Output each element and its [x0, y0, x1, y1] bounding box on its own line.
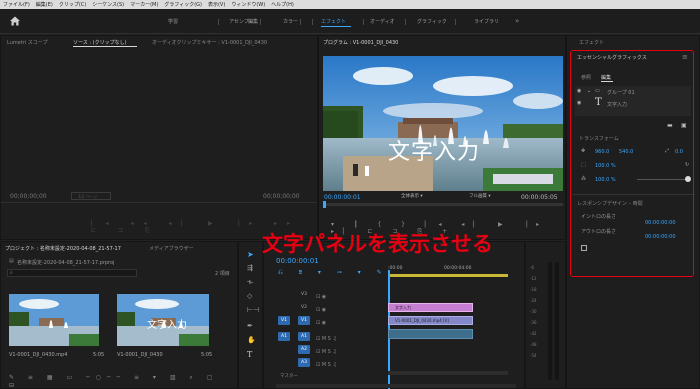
project-bottom-toolbar[interactable]: ✎ ≡ ▦ ▭ ─○── ≡ ▾ ▥ ⌕ ▢ ⊟	[9, 374, 237, 389]
program-panel: プログラム : V1-0001_DJI_0430 文字入力 00:00:00:0…	[318, 35, 566, 240]
track-a1-source[interactable]: A1	[278, 332, 290, 341]
project-item-2-name: V1-0001_DJI_0430	[117, 352, 163, 358]
program-video-frame	[323, 56, 563, 191]
razor-tool-icon[interactable]: ◇	[247, 292, 252, 300]
type-tool-icon[interactable]: T	[247, 350, 252, 359]
program-timecode[interactable]: 00:00:00:01	[324, 194, 361, 201]
program-playhead[interactable]	[323, 201, 326, 208]
slip-tool-icon[interactable]: ⊢⊣	[247, 306, 259, 314]
menu-view[interactable]: 表示(V)	[208, 1, 225, 8]
menu-graphics[interactable]: グラフィック(G)	[164, 1, 202, 8]
menu-window[interactable]: ウィンドウ(W)	[231, 1, 265, 8]
graphic-clip[interactable]: 文字入力	[388, 303, 473, 312]
project-thumb-2[interactable]: 文字入力	[117, 294, 209, 346]
ruler-mid-label: 00:00:04:00	[444, 266, 472, 271]
program-fit-select[interactable]: 全体表示 ▾	[401, 193, 439, 200]
source-page-select[interactable]: 1/2 ページ	[71, 192, 111, 200]
audio-meter-panel: -6 -12 -18 -24 -30 -36 -42 -48 -54	[525, 241, 566, 389]
selection-tool-icon[interactable]: ➤	[247, 250, 254, 259]
project-file-name: 名称未設定-2020-04-08_21-57-17.prproj	[17, 260, 115, 266]
workspace-tab-effects[interactable]: エフェクト	[321, 18, 346, 25]
track-select-tool-icon[interactable]: ⇶	[247, 264, 253, 272]
audio-meter-right	[555, 262, 559, 380]
track-v3-target[interactable]: V3	[298, 290, 310, 299]
annotation-caption: 文字パネルを表示させる	[262, 232, 493, 256]
tab-lumetri-scopes[interactable]: Lumetri スコープ	[7, 39, 48, 46]
menu-edit[interactable]: 編集(E)	[36, 1, 53, 8]
menu-help[interactable]: ヘルプ(H)	[271, 1, 294, 8]
program-panel-title[interactable]: プログラム : V1-0001_DJI_0430	[323, 39, 398, 46]
timeline-scrollbar[interactable]	[276, 384, 516, 388]
pen-tool-icon[interactable]: ✒	[247, 322, 253, 330]
menu-clip[interactable]: クリップ(C)	[59, 1, 86, 8]
menu-marker[interactable]: マーカー(M)	[130, 1, 158, 8]
track-a1-target[interactable]: A1	[298, 332, 310, 341]
program-duration: 00:00:05:05	[521, 194, 558, 201]
effects-panel-title[interactable]: エフェクト	[579, 39, 604, 46]
project-search-input[interactable]: ⌕	[7, 269, 137, 277]
track-v1-source[interactable]: V1	[278, 316, 290, 325]
workspace-tab-audio[interactable]: オーディオ	[370, 18, 395, 25]
project-item-2-duration: 5:05	[201, 352, 213, 358]
project-item-1-duration: 5:05	[93, 352, 105, 358]
menu-file[interactable]: ファイル(F)	[3, 1, 30, 8]
program-fit-label: 全体表示	[401, 194, 419, 199]
project-panel-title[interactable]: プロジェクト : 名称未設定-2020-04-08_21-57-17	[5, 245, 121, 252]
audio-track-icons[interactable]: ⊡ M S ♫ ⊡ M S ♫ ⊡ M S ♫	[316, 333, 337, 372]
annotation-highlight-box	[570, 50, 694, 277]
ripple-edit-tool-icon[interactable]: ⟛	[247, 278, 253, 287]
svg-text:文字入力: 文字入力	[147, 318, 187, 331]
source-panel: Lumetri スコープ ソース : (クリップなし) オーディオクリップミキサ…	[0, 35, 318, 240]
timeline-timecode[interactable]: 00:00:00:01	[276, 257, 319, 265]
timeline-toolbar[interactable]: ⎌ ⩩ ▾ ⊸ ▾ ✎	[278, 269, 389, 277]
work-area-bar[interactable]	[388, 274, 508, 277]
track-v2-target[interactable]: V2	[298, 303, 310, 312]
tab-media-browser[interactable]: メディアブラウザー	[149, 245, 194, 252]
project-file-icon: ▤	[9, 258, 14, 264]
hand-tool-icon[interactable]: ✋	[247, 336, 256, 344]
workspace-tab-graphics[interactable]: グラフィック	[417, 18, 447, 25]
menu-sequence[interactable]: シーケンス(S)	[92, 1, 124, 8]
timeline-panel: 00:00:00:01 ⎌ ⩩ ▾ ⊸ ▾ ✎ :00:00 00:00:04:…	[263, 241, 525, 389]
master-track-label: マスター	[280, 374, 298, 379]
workspace-bar: 学習 アセンブリ 編集 カラー エフェクト オーディオ グラフィック ライブラリ…	[0, 9, 700, 34]
more-workspaces-icon[interactable]: »	[515, 17, 519, 25]
workspace-tab-learn[interactable]: 学習	[168, 18, 178, 25]
workspace-tab-color[interactable]: カラー	[283, 18, 298, 25]
workspace-tab-edit[interactable]: 編集	[248, 18, 258, 25]
audio-meter-left	[548, 262, 552, 380]
source-timecode-out: 00;00;00;00	[263, 193, 300, 200]
workspace-tab-libraries[interactable]: ライブラリ	[474, 18, 499, 25]
program-quality-label: フル画質	[469, 194, 487, 199]
project-panel: プロジェクト : 名称未設定-2020-04-08_21-57-17 メディアブ…	[0, 241, 238, 389]
project-item-1-name: V1-0001_DJI_0430.mp4	[9, 352, 68, 358]
track-v1-target[interactable]: V1	[298, 316, 310, 325]
ruler-start-label: :00:00	[388, 266, 403, 271]
video-clip[interactable]: V1-0001_DJI_0430.mp4 [V]	[388, 316, 473, 325]
project-item-count: 2 項目	[215, 271, 230, 277]
tab-source[interactable]: ソース : (クリップなし)	[73, 39, 127, 46]
menu-bar: ファイル(F) 編集(E) クリップ(C) シーケンス(S) マーカー(M) グ…	[0, 0, 700, 9]
project-thumb-1[interactable]	[9, 294, 99, 346]
video-track-icons[interactable]: ⊡ ◉ ⊡ ◉ ⊡ ◉	[316, 291, 326, 330]
audio-meter-scale: -6 -12 -18 -24 -30 -36 -42 -48 -54	[530, 265, 537, 358]
program-quality-select[interactable]: フル画質 ▾	[469, 193, 507, 200]
program-overlay-text: 文字入力	[388, 140, 481, 165]
tab-audio-clip-mixer[interactable]: オーディオクリップミキサー : V1-0001_DJI_0430	[152, 39, 267, 46]
home-icon[interactable]	[8, 14, 22, 28]
audio-clip[interactable]	[388, 329, 473, 339]
track-a3-target[interactable]: A3	[298, 358, 310, 367]
source-timecode-in: 00;00;00;00	[10, 193, 47, 200]
track-a2-target[interactable]: A2	[298, 345, 310, 354]
tools-panel: ➤ ⇶ ⟛ ◇ ⊢⊣ ✒ ✋ T	[238, 241, 263, 389]
search-icon: ⌕	[10, 270, 13, 276]
